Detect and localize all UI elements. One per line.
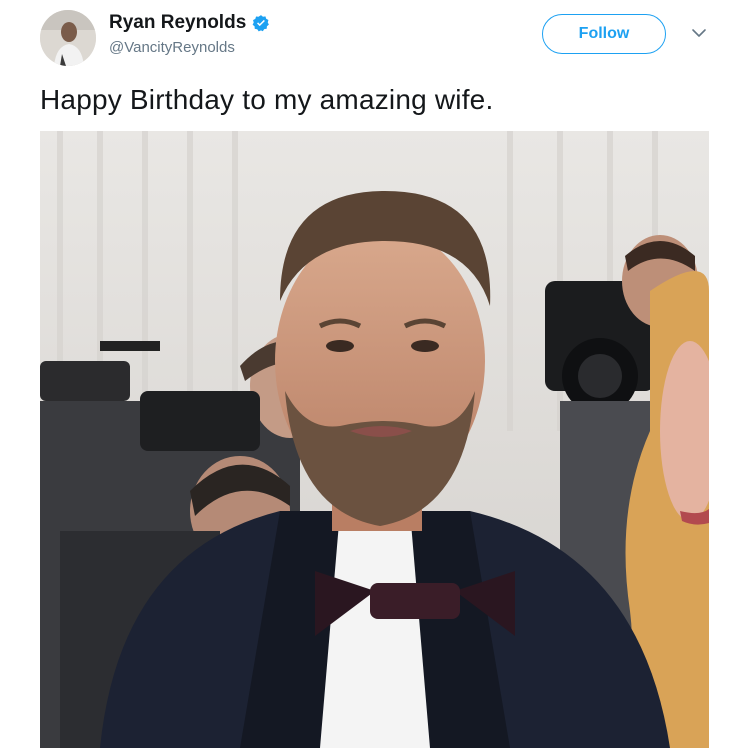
author-name-row[interactable]: Ryan Reynolds <box>109 12 270 34</box>
chevron-down-icon[interactable] <box>690 24 708 42</box>
avatar[interactable] <box>40 10 96 66</box>
follow-button[interactable]: Follow <box>542 14 666 54</box>
tweet-text: Happy Birthday to my amazing wife. <box>40 84 494 115</box>
avatar-image <box>40 10 96 66</box>
tweet-photo[interactable] <box>40 131 709 748</box>
verified-badge-icon <box>252 15 270 32</box>
author-name[interactable]: Ryan Reynolds <box>109 12 246 34</box>
author-handle[interactable]: @VancityReynolds <box>109 39 235 56</box>
photo-illustration <box>40 131 709 748</box>
